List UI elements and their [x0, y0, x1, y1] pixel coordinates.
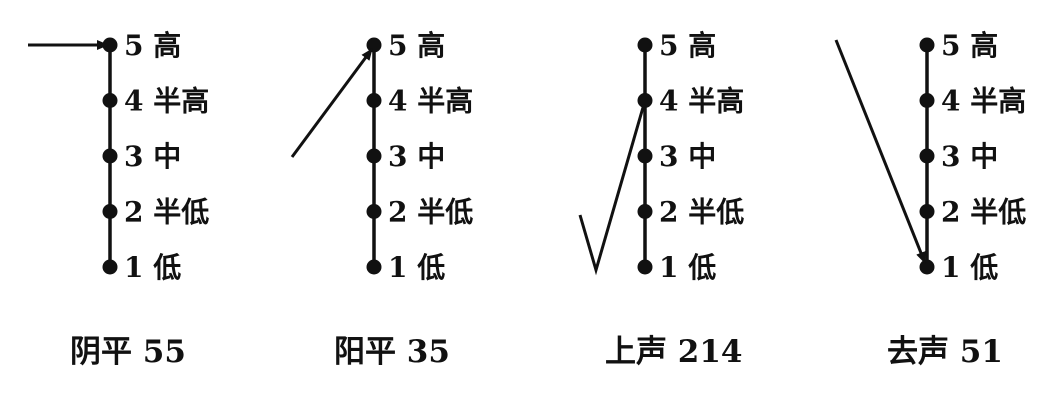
tone-contour-arrow — [290, 48, 374, 158]
level-label: 1 低 — [941, 251, 998, 284]
level-dot — [637, 259, 653, 275]
level-4: 4 半高 — [919, 85, 1026, 118]
level-label: 5 高 — [388, 29, 445, 62]
level-label: 3 中 — [659, 140, 716, 173]
level-1: 1 低 — [366, 251, 445, 284]
level-3: 3 中 — [102, 140, 181, 173]
panel-yangping: 5 高 4 半高 3 中 2 半低 1 低 阳平 35 — [290, 29, 473, 370]
tone-chart-svg: 5 高 4 半高 3 中 2 半低 1 低 阴平 55 5 高 4 半高 3 中… — [28, 29, 1026, 370]
level-dot — [919, 259, 935, 275]
level-dot — [102, 204, 118, 219]
panel-caption: 去声 51 — [887, 334, 1003, 370]
panel-caption: 阴平 55 — [70, 334, 186, 370]
level-dot — [366, 93, 382, 108]
level-label: 4 半高 — [388, 85, 473, 118]
tone-contour-arrow — [834, 39, 927, 264]
level-3: 3 中 — [366, 140, 445, 173]
panel-caption: 阳平 35 — [334, 334, 450, 370]
tone-diagram: 5 高 4 半高 3 中 2 半低 1 低 阴平 55 5 高 4 半高 3 中… — [0, 0, 1060, 412]
level-label: 4 半高 — [124, 85, 209, 118]
level-label: 3 中 — [941, 140, 998, 173]
level-1: 1 低 — [637, 251, 716, 284]
level-label: 3 中 — [388, 140, 445, 173]
level-dot — [919, 148, 935, 164]
level-4: 4 半高 — [366, 85, 473, 118]
level-dot — [919, 204, 935, 219]
level-2: 2 半低 — [919, 196, 1026, 229]
level-2: 2 半低 — [102, 196, 209, 229]
level-4: 4 半高 — [102, 85, 209, 118]
level-2: 2 半低 — [637, 196, 744, 229]
level-label: 5 高 — [659, 29, 716, 62]
level-1: 1 低 — [919, 251, 998, 284]
level-label: 4 半高 — [659, 85, 744, 118]
level-label: 1 低 — [388, 251, 445, 284]
level-label: 5 高 — [941, 29, 998, 62]
level-label: 2 半低 — [941, 196, 1026, 229]
level-dot — [366, 259, 382, 275]
level-dot — [919, 37, 935, 53]
level-dot — [637, 204, 653, 219]
panel-qusheng: 5 高 4 半高 3 中 2 半低 1 低 去声 51 — [834, 29, 1026, 370]
level-dot — [919, 93, 935, 108]
level-5: 5 高 — [919, 29, 998, 62]
level-4: 4 半高 — [637, 85, 744, 118]
level-5: 5 高 — [366, 29, 445, 62]
level-1: 1 低 — [102, 251, 181, 284]
level-dot — [102, 259, 118, 275]
level-5: 5 高 — [637, 29, 716, 62]
level-dot — [637, 37, 653, 53]
level-label: 1 低 — [659, 251, 716, 284]
level-dot — [366, 37, 382, 53]
level-label: 5 高 — [124, 29, 181, 62]
level-5: 5 高 — [102, 29, 181, 62]
panel-caption: 上声 214 — [605, 334, 743, 370]
level-label: 4 半高 — [941, 85, 1026, 118]
level-dot — [102, 148, 118, 164]
level-dot — [637, 148, 653, 164]
panel-shangsheng: 5 高 4 半高 3 中 2 半低 1 低 上声 214 — [578, 29, 744, 370]
level-label: 2 半低 — [124, 196, 209, 229]
tone-contour-arrow — [578, 103, 646, 276]
level-label: 3 中 — [124, 140, 181, 173]
panel-yinping: 5 高 4 半高 3 中 2 半低 1 低 阴平 55 — [28, 29, 209, 370]
level-dot — [366, 148, 382, 164]
level-2: 2 半低 — [366, 196, 473, 229]
level-label: 1 低 — [124, 251, 181, 284]
level-3: 3 中 — [637, 140, 716, 173]
level-3: 3 中 — [919, 140, 998, 173]
level-label: 2 半低 — [388, 196, 473, 229]
level-dot — [102, 93, 118, 108]
level-dot — [366, 204, 382, 219]
level-label: 2 半低 — [659, 196, 744, 229]
